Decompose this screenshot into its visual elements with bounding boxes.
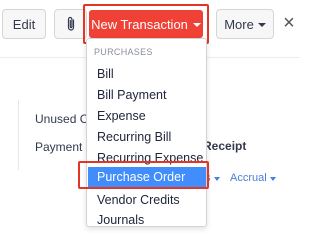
- accrual-dropdown[interactable]: Accrual: [230, 172, 276, 184]
- new-transaction-button[interactable]: New Transaction: [89, 10, 203, 38]
- menu-item-expense[interactable]: Expense: [88, 106, 206, 126]
- accrual-label: Accrual: [230, 172, 267, 184]
- menu-item-recurring-bill[interactable]: Recurring Bill: [88, 127, 206, 147]
- menu-item-vendor-credits[interactable]: Vendor Credits: [88, 190, 206, 210]
- new-transaction-label: New Transaction: [91, 16, 188, 32]
- close-icon[interactable]: ×: [279, 10, 299, 36]
- payment-label: Payment c: [35, 140, 92, 154]
- chevron-down-icon: [269, 177, 276, 181]
- menu-item-bill-payment[interactable]: Bill Payment: [88, 85, 206, 105]
- chevron-down-icon: [192, 23, 201, 27]
- menu-item-bill[interactable]: Bill: [88, 64, 206, 84]
- purchase-order-highlight: [78, 161, 209, 189]
- paperclip-icon: [67, 16, 74, 31]
- menu-section-header: PURCHASES: [94, 47, 153, 57]
- more-button[interactable]: More: [216, 9, 274, 39]
- payment-value: Receipt: [203, 139, 247, 153]
- menu-item-journals[interactable]: Journals: [88, 210, 206, 230]
- more-label: More: [224, 16, 254, 32]
- content-divider: [18, 100, 19, 170]
- chevron-down-icon: [213, 177, 220, 181]
- edit-button[interactable]: Edit: [2, 9, 46, 39]
- unused-credits-label: Unused C: [35, 112, 89, 126]
- new-transaction-menu: PURCHASES Bill Bill Payment Expense Recu…: [86, 38, 207, 227]
- chevron-down-icon: [257, 23, 266, 27]
